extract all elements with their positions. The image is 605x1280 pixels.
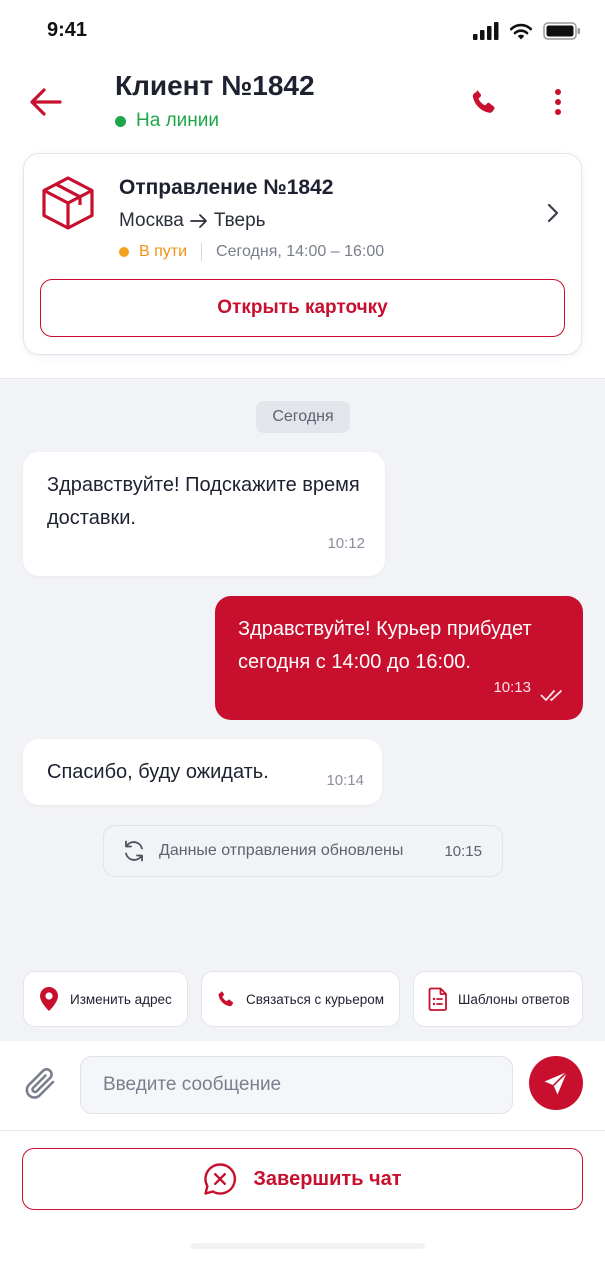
message-time: 10:14	[326, 772, 364, 789]
shipment-title: Отправление №1842	[119, 176, 334, 199]
message-incoming[interactable]: Спасибо, буду ожидать. 10:14	[23, 739, 382, 805]
battery-icon	[543, 22, 580, 40]
shipment-status: В пути	[139, 243, 188, 260]
message-time: 10:12	[327, 535, 365, 552]
chat-title: Клиент №1842	[115, 70, 315, 101]
send-button[interactable]	[529, 1056, 583, 1110]
quick-action-label: Изменить адрес	[70, 991, 172, 1007]
shipment-route: Москва Тверь	[119, 210, 266, 232]
message-outgoing[interactable]: Здравствуйте! Курьер прибудет сегодня с …	[215, 596, 583, 720]
signal-icon	[473, 22, 499, 40]
chat-header: Клиент №1842 На линии	[0, 60, 605, 140]
presence-label: На линии	[136, 110, 219, 131]
date-separator: Сегодня	[256, 401, 350, 433]
message-incoming[interactable]: Здравствуйте! Подскажите время доставки.…	[23, 452, 385, 576]
message-text: Здравствуйте! Курьер прибудет сегодня с …	[238, 618, 532, 673]
location-pin-icon	[40, 987, 58, 1011]
phone-icon	[472, 90, 495, 113]
delivery-time-window: Сегодня, 14:00 – 16:00	[216, 243, 385, 260]
online-dot	[115, 115, 126, 127]
system-note-time: 10:15	[444, 842, 482, 860]
box-icon	[42, 176, 94, 230]
open-card-button[interactable]: Открыть карточку	[40, 279, 565, 337]
call-button[interactable]	[462, 80, 506, 124]
home-indicator	[190, 1243, 425, 1249]
paperclip-icon	[25, 1068, 55, 1099]
shipment-status-row: В пути Сегодня, 14:00 – 16:00	[119, 243, 384, 261]
status-dot	[119, 247, 129, 257]
arrow-right-icon	[190, 214, 207, 228]
refresh-icon	[125, 840, 143, 862]
status-divider	[201, 243, 203, 261]
chevron-right-icon[interactable]	[546, 202, 560, 224]
chat-close-icon	[204, 1163, 237, 1195]
route-to: Тверь	[213, 210, 266, 231]
system-note-text: Данные отправления обновлены	[159, 842, 404, 859]
presence-indicator: На линии	[115, 110, 219, 132]
arrow-left-icon	[30, 88, 62, 116]
message-text: Здравствуйте! Подскажите время доставки.	[47, 474, 360, 529]
quick-action-label: Связаться с курьером	[246, 991, 385, 1007]
quick-action-label: Шаблоны ответов	[458, 991, 570, 1007]
reply-templates-button[interactable]: Шаблоны ответов	[413, 971, 583, 1027]
shipment-card[interactable]: Отправление №1842 Москва Тверь В пути Се…	[23, 153, 582, 355]
status-bar: 9:41	[0, 0, 605, 60]
end-chat-button[interactable]: Завершить чат	[22, 1148, 583, 1210]
contact-courier-button[interactable]: Связаться с курьером	[201, 971, 400, 1027]
phone-icon	[218, 991, 234, 1007]
more-vertical-icon	[555, 89, 561, 115]
status-icons	[473, 22, 581, 40]
message-input[interactable]	[80, 1056, 513, 1114]
end-chat-label: Завершить чат	[253, 1167, 402, 1190]
chat-messages-area[interactable]: Сегодня Здравствуйте! Подскажите время д…	[0, 378, 605, 1041]
status-time: 9:41	[47, 19, 88, 41]
message-time: 10:13	[493, 679, 531, 696]
change-address-button[interactable]: Изменить адрес	[23, 971, 188, 1027]
quick-actions: Изменить адрес Связаться с курьером Шабл…	[0, 971, 605, 1027]
route-from: Москва	[119, 210, 184, 231]
attach-button[interactable]	[20, 1063, 62, 1105]
send-icon	[544, 1071, 568, 1095]
document-list-icon	[428, 987, 447, 1011]
double-check-icon	[540, 690, 562, 701]
system-notification: Данные отправления обновлены 10:15	[103, 825, 503, 877]
back-button[interactable]	[24, 80, 68, 124]
wifi-icon	[509, 23, 533, 40]
more-menu-button[interactable]	[538, 80, 578, 124]
message-text: Спасибо, буду ожидать.	[47, 761, 269, 783]
message-composer	[0, 1041, 605, 1131]
